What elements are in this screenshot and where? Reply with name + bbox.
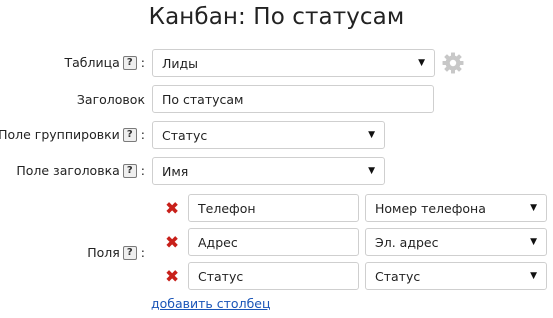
field-name-value: Адрес xyxy=(198,234,238,250)
field-name-input[interactable]: Адрес xyxy=(188,228,359,256)
dropdown-arrow-icon: ▼ xyxy=(530,237,537,247)
gear-icon[interactable] xyxy=(441,51,465,75)
title-field-select[interactable]: Имя ▼ xyxy=(152,157,385,185)
heading-label: Заголовок xyxy=(76,92,145,107)
group-field-select-value: Статус xyxy=(162,127,208,143)
remove-icon[interactable]: ✖ xyxy=(165,201,179,218)
dropdown-arrow-icon: ▼ xyxy=(530,271,537,281)
field-name-input[interactable]: Статус xyxy=(188,262,359,290)
group-field-label-colon: : xyxy=(140,127,145,142)
field-type-select[interactable]: Эл. адрес ▼ xyxy=(365,228,547,256)
field-type-value: Эл. адрес xyxy=(375,234,439,250)
table-label: Таблица xyxy=(64,55,120,70)
field-name-value: Телефон xyxy=(198,200,256,216)
table-select[interactable]: Лиды ▼ xyxy=(152,49,435,77)
field-name-value: Статус xyxy=(198,268,244,284)
fields-label: Поля xyxy=(87,245,120,260)
field-type-value: Статус xyxy=(375,268,421,284)
field-name-input[interactable]: Телефон xyxy=(188,194,359,222)
dropdown-arrow-icon: ▼ xyxy=(418,58,425,68)
help-icon[interactable]: ? xyxy=(122,55,137,70)
field-type-value: Номер телефона xyxy=(375,200,486,216)
title-field-label: Поле заголовка xyxy=(16,163,120,178)
help-icon[interactable]: ? xyxy=(122,127,137,142)
remove-icon[interactable]: ✖ xyxy=(165,269,179,286)
heading-label-row: Заголовок xyxy=(77,92,145,107)
field-type-select[interactable]: Статус ▼ xyxy=(365,262,547,290)
help-icon[interactable]: ? xyxy=(122,163,137,178)
group-field-label: Поле группировки xyxy=(0,127,120,142)
heading-input-value: По статусам xyxy=(162,91,244,107)
heading-input[interactable]: По статусам xyxy=(152,85,434,113)
title-field-label-colon: : xyxy=(140,163,145,178)
fields-label-row: Поля ? : xyxy=(87,245,145,260)
table-select-value: Лиды xyxy=(162,55,199,71)
title-field-select-value: Имя xyxy=(162,163,189,179)
fields-label-colon: : xyxy=(140,245,145,260)
title-field-label-row: Поле заголовка ? : xyxy=(16,163,145,178)
remove-icon[interactable]: ✖ xyxy=(165,235,179,252)
dropdown-arrow-icon: ▼ xyxy=(368,130,375,140)
dropdown-arrow-icon: ▼ xyxy=(368,166,375,176)
help-icon[interactable]: ? xyxy=(122,245,137,260)
add-column-link[interactable]: добавить столбец xyxy=(151,296,270,311)
group-field-label-row: Поле группировки ? : xyxy=(0,127,145,142)
field-type-select[interactable]: Номер телефона ▼ xyxy=(365,194,547,222)
table-label-colon: : xyxy=(140,55,145,70)
table-label-row: Таблица ? : xyxy=(64,55,145,70)
page-title: Канбан: По статусам xyxy=(148,4,405,30)
group-field-select[interactable]: Статус ▼ xyxy=(152,121,385,149)
dropdown-arrow-icon: ▼ xyxy=(530,203,537,213)
